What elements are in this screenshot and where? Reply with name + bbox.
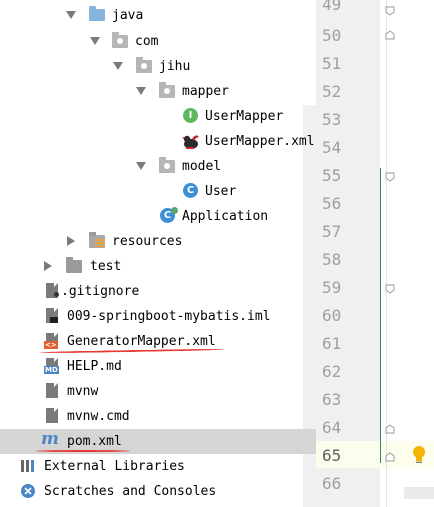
line-number: 56	[322, 194, 342, 213]
expand-arrow-icon[interactable]	[136, 87, 146, 95]
tree-item-com[interactable]: com	[0, 29, 316, 54]
tree-item-label: Scratches and Consoles	[44, 484, 217, 499]
tree-item-label: HELP.md	[67, 359, 122, 374]
collapse-arrow-icon[interactable]	[67, 236, 75, 246]
tree-item-label: UserMapper.xml	[205, 134, 315, 149]
tree-item-label: User	[205, 184, 237, 199]
scratches-icon	[20, 483, 36, 499]
tree-item-label: pom.xml	[67, 434, 122, 449]
line-number: 58	[322, 250, 342, 269]
tree-item-label: com	[135, 34, 159, 49]
expand-arrow-icon[interactable]	[136, 162, 146, 170]
package-icon	[159, 82, 175, 99]
run-badge-icon	[171, 207, 178, 214]
fold-marker-icon[interactable]	[385, 424, 395, 434]
tree-item-scratches[interactable]: Scratches and Consoles	[0, 479, 316, 504]
tree-item-resources[interactable]: resources	[0, 229, 316, 254]
tree-item-mvnw-cmd[interactable]: mvnw.cmd	[0, 404, 316, 429]
expand-arrow-icon[interactable]	[90, 37, 100, 45]
line-number: 66	[322, 474, 342, 493]
tree-item-application[interactable]: C Application	[0, 204, 316, 229]
line-number-current: 65	[322, 446, 342, 465]
tree-item-model[interactable]: model	[0, 154, 316, 179]
module-file-icon	[44, 308, 60, 324]
class-icon: C	[183, 183, 199, 199]
tree-item-java[interactable]: java	[0, 3, 316, 28]
gitignore-file-icon	[44, 283, 60, 299]
file-icon	[44, 383, 60, 399]
line-number: 59	[322, 278, 342, 297]
tree-item-label: mvnw.cmd	[67, 409, 130, 424]
package-icon	[136, 57, 152, 74]
file-icon	[44, 408, 60, 424]
tree-item-external-libraries[interactable]: External Libraries	[0, 454, 316, 479]
tree-item-test[interactable]: test	[0, 254, 316, 279]
tree-item-label: java	[112, 8, 144, 23]
tree-item-label: mvnw	[67, 384, 99, 399]
tree-item-label: model	[182, 159, 222, 174]
tree-item-label: UserMapper	[205, 109, 284, 124]
line-number: 49	[322, 0, 342, 14]
fold-marker-icon[interactable]	[385, 172, 395, 182]
line-number: 51	[322, 54, 342, 73]
tree-item-label: Application	[182, 209, 269, 224]
tree-item-usermapper-xml[interactable]: UserMapper.xml	[0, 129, 316, 154]
tree-item-mapper[interactable]: mapper	[0, 79, 316, 104]
tree-item-help-md[interactable]: MD HELP.md	[0, 354, 316, 379]
tree-item-usermapper[interactable]: I UserMapper	[0, 104, 316, 129]
fold-marker-icon[interactable]	[385, 452, 395, 462]
red-underline-annotation	[36, 450, 130, 452]
collapse-arrow-icon[interactable]	[44, 261, 52, 271]
tree-item-label: mapper	[182, 84, 229, 99]
expand-arrow-icon[interactable]	[66, 11, 76, 19]
project-tree: java com jihu mapper I UserMapper UserMa…	[0, 0, 316, 507]
line-number: 57	[322, 222, 342, 241]
line-number: 55	[322, 166, 342, 185]
tree-item-jihu[interactable]: jihu	[0, 54, 316, 79]
tree-item-label: resources	[112, 234, 183, 249]
fold-marker-icon[interactable]	[385, 6, 395, 16]
folder-icon	[66, 257, 82, 274]
line-number: 50	[322, 26, 342, 45]
line-number: 54	[322, 138, 342, 157]
resources-folder-icon	[89, 232, 105, 249]
line-number: 52	[322, 82, 342, 101]
interface-icon: I	[183, 108, 199, 124]
xml-file-icon: <>	[44, 333, 60, 349]
tree-item-label: GeneratorMapper.xml	[67, 334, 216, 349]
change-marker	[380, 168, 381, 463]
markdown-file-icon: MD	[44, 358, 60, 374]
line-number: 53	[322, 110, 342, 129]
line-number: 64	[322, 418, 342, 437]
fold-marker-icon[interactable]	[385, 284, 395, 294]
maven-icon: m	[41, 429, 59, 449]
package-icon	[159, 157, 175, 174]
tree-item-user[interactable]: C User	[0, 179, 316, 204]
mybatis-bird-icon	[182, 133, 199, 149]
tree-item-label: External Libraries	[44, 459, 185, 474]
fold-marker-icon[interactable]	[385, 30, 395, 40]
package-icon	[112, 32, 128, 49]
tree-item-gitignore[interactable]: .gitignore	[0, 279, 316, 304]
tree-item-label: jihu	[159, 59, 191, 74]
line-number: 62	[322, 362, 342, 381]
tree-item-label: 009-springboot-mybatis.iml	[67, 309, 271, 324]
line-number: 63	[322, 390, 342, 409]
tree-item-iml[interactable]: 009-springboot-mybatis.iml	[0, 304, 316, 329]
line-number: 60	[322, 306, 342, 325]
line-number: 61	[322, 334, 342, 353]
expand-arrow-icon[interactable]	[113, 62, 123, 70]
libraries-icon	[20, 458, 36, 474]
lightbulb-icon[interactable]	[411, 445, 427, 465]
tree-item-mvnw[interactable]: mvnw	[0, 379, 316, 404]
source-folder-icon	[89, 6, 105, 23]
horizontal-scrollbar[interactable]	[404, 487, 434, 499]
tree-item-label: .gitignore	[61, 284, 140, 299]
editor-gutter: 49 50 51 52 53 54 55 56 57 58 59 60 61 6…	[316, 0, 434, 507]
tree-item-label: test	[90, 259, 122, 274]
